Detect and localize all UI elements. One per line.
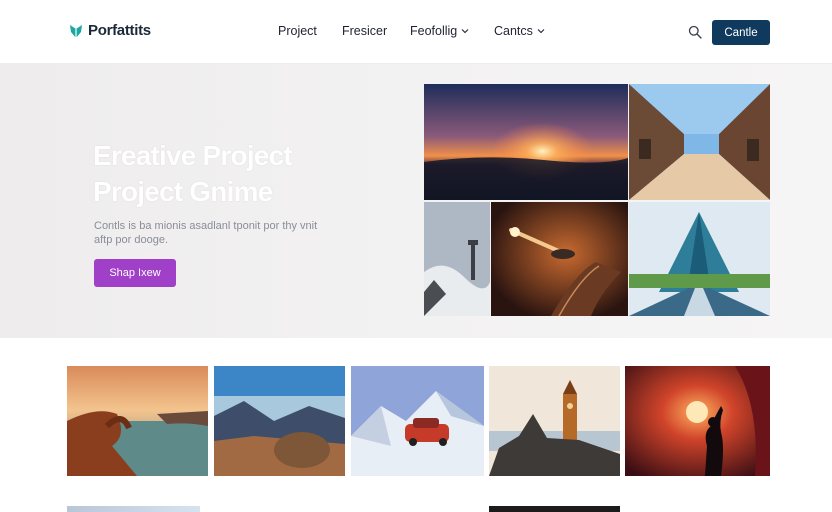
corridor-image[interactable] bbox=[629, 84, 770, 200]
nav-item-project[interactable]: Project bbox=[278, 24, 317, 38]
chevron-down-icon bbox=[461, 29, 469, 34]
logo-icon bbox=[70, 24, 82, 38]
snowy-car-image[interactable] bbox=[351, 366, 484, 476]
nav-item-feofollig[interactable]: Feofollig bbox=[410, 24, 469, 38]
site-header: Porfattits Project Fresicer Feofollig Ca… bbox=[0, 0, 832, 64]
hero-title: Ereative Project Project Gnime bbox=[93, 138, 293, 210]
shop-now-button[interactable]: Shap Ixew bbox=[94, 259, 176, 287]
misty-tower-image[interactable] bbox=[424, 202, 490, 316]
nav-item-label: Cantcs bbox=[494, 24, 533, 38]
glass-structure-image[interactable] bbox=[629, 202, 770, 316]
mountain-valley-image[interactable] bbox=[214, 366, 345, 476]
coastal-arch-image[interactable] bbox=[67, 366, 208, 476]
hero-title-line: Project Gnime bbox=[93, 176, 273, 207]
nav-item-label: Feofollig bbox=[410, 24, 458, 38]
nav-item-label: Project bbox=[278, 24, 317, 38]
gallery-image-partial[interactable] bbox=[67, 506, 200, 512]
silhouette-sun-image[interactable] bbox=[625, 366, 770, 476]
chevron-down-icon bbox=[537, 29, 545, 34]
nav-item-cantcs[interactable]: Cantcs bbox=[494, 24, 545, 38]
search-icon[interactable] bbox=[688, 25, 702, 39]
comet-track-image[interactable] bbox=[491, 202, 628, 316]
clock-tower-image[interactable] bbox=[489, 366, 620, 476]
nav-item-label: Fresicer bbox=[342, 24, 388, 38]
logo[interactable]: Porfattits bbox=[68, 22, 151, 39]
cta-button[interactable]: Cantle bbox=[712, 20, 770, 45]
logo-text: Porfattits bbox=[88, 22, 151, 39]
nav-item-fresicer[interactable]: Fresicer bbox=[342, 24, 387, 38]
hero-description: Contls is ba mionis asadlanl tponit por … bbox=[94, 220, 318, 246]
sunset-image[interactable] bbox=[424, 84, 628, 200]
gallery-image-partial[interactable] bbox=[489, 506, 620, 512]
hero-title-line: Ereative Project bbox=[93, 140, 293, 171]
